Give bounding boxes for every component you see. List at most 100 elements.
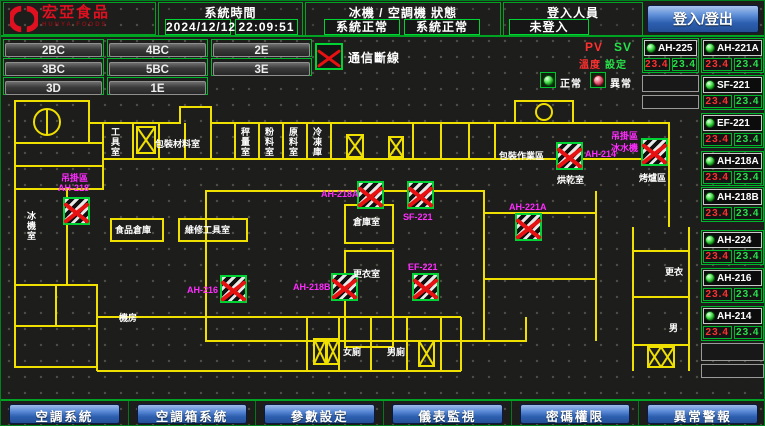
equipment-cell: AH-221A 23.4 23.4 <box>701 38 764 73</box>
brand-name: 宏亞食品 <box>42 4 110 21</box>
double-crescent-icon <box>10 5 38 33</box>
plan-label: 倉庫室 <box>353 215 380 228</box>
plan-label: 秤量室 <box>239 127 252 157</box>
chiller-status-value: 系統正常 <box>324 19 400 35</box>
floor-button-cell: 5BC <box>107 58 208 76</box>
equipment-sv-value: 23.4 <box>734 171 763 184</box>
hmi-screen: 宏亞食品 HUNYA FOODS 系統時間 2024/12/12 22:09:5… <box>0 0 765 426</box>
normal-legend-label: 正常 <box>560 75 582 90</box>
empty-slot <box>642 75 699 92</box>
plan-label: 機房 <box>119 311 137 324</box>
sv-legend-label: SV <box>614 40 632 54</box>
equipment-cell: AH-218A 23.4 23.4 <box>701 151 764 186</box>
equipment-name: AH-225 <box>658 43 692 54</box>
equipment-name-row[interactable]: AH-216 <box>703 270 762 286</box>
plan-label: 食品倉庫 <box>115 223 151 236</box>
comm-loss-device-marker[interactable] <box>63 197 90 225</box>
equipment-status-lamp-icon <box>705 80 715 90</box>
equipment-name-row[interactable]: EF-221 <box>703 115 762 131</box>
equipment-values-row: 23.4 23.4 <box>703 250 762 263</box>
equipment-name-row[interactable]: SF-221 <box>703 77 762 93</box>
equipment-name-row[interactable]: AH-225 <box>644 40 697 56</box>
plan-label: EF-221 <box>408 262 438 272</box>
floor-button[interactable]: 2BC <box>5 43 102 57</box>
equipment-sv-value: 23.4 <box>734 58 763 71</box>
floor-button[interactable]: 3E <box>213 62 310 76</box>
system-clock-value: 22:09:51 <box>235 19 298 35</box>
equipment-pv-value: 23.4 <box>703 207 732 220</box>
equipment-name-row[interactable]: AH-214 <box>703 308 762 324</box>
system-time-section: 系統時間 2024/12/12 22:09:51 <box>158 2 303 36</box>
equipment-status-lamp-icon <box>646 43 656 53</box>
floor-button-cell: 3E <box>211 58 312 76</box>
plan-label: 粉料室 <box>263 127 276 157</box>
login-section: 登入人員 未登入 <box>503 2 643 36</box>
floor-button-cell: 4BC <box>107 39 208 57</box>
equipment-pv-value: 23.4 <box>644 58 670 71</box>
plan-label: 烘乾室 <box>557 173 584 186</box>
equipment-status-lamp-icon <box>705 192 715 202</box>
comm-loss-x-icon <box>315 43 343 70</box>
footer-menu-button[interactable]: 空調系統 <box>9 404 120 424</box>
brand-logo: 宏亞食品 HUNYA FOODS <box>3 2 156 35</box>
plan-label: 男廁 <box>387 345 405 358</box>
comm-loss-device-marker[interactable] <box>556 142 583 170</box>
plan-label: 原料室 <box>287 127 300 157</box>
floor-button[interactable]: 4BC <box>109 43 206 57</box>
equipment-name-row[interactable]: AH-218A <box>703 153 762 169</box>
login-logout-button[interactable]: 登入/登出 <box>647 5 759 33</box>
footer-menu-button[interactable]: 異常警報 <box>647 404 758 424</box>
system-date-value: 2024/12/12 <box>165 19 231 35</box>
empty-slot <box>701 343 764 361</box>
sv-caption-label: 設定 <box>605 56 627 71</box>
floor-button[interactable]: 3BC <box>5 62 102 76</box>
floor-button-cell: 2BC <box>3 39 104 57</box>
equipment-pv-value: 23.4 <box>703 171 732 184</box>
equipment-panel: AH-225 23.4 23.4 AH-221A 23.4 23.4 <box>641 37 765 397</box>
equipment-name: AH-216 <box>717 273 751 284</box>
equipment-sv-value: 23.4 <box>734 326 763 339</box>
equipment-pv-value: 23.4 <box>703 95 732 108</box>
plan-label: AH-221A <box>509 202 547 212</box>
footer-menu-button[interactable]: 參數設定 <box>264 404 375 424</box>
footer-menu-button[interactable]: 儀表監視 <box>392 404 503 424</box>
equipment-status-lamp-icon <box>705 118 715 128</box>
equipment-status-lamp-icon <box>705 235 715 245</box>
login-user-value: 未登入 <box>509 19 589 35</box>
comm-loss-device-marker[interactable] <box>220 275 247 303</box>
footer-menu-button[interactable]: 空調箱系統 <box>137 404 248 424</box>
comm-loss-device-marker[interactable] <box>515 213 542 241</box>
equipment-pv-value: 23.4 <box>703 58 732 71</box>
equipment-sv-value: 23.4 <box>672 58 698 71</box>
equipment-sv-value: 23.4 <box>734 133 763 146</box>
equipment-sv-value: 23.4 <box>734 250 763 263</box>
plan-label: 工具室 <box>109 127 122 157</box>
plan-label: 包裝作業區 <box>499 149 544 162</box>
plan-label: AH-218 <box>58 183 89 193</box>
equipment-values-row: 23.4 23.4 <box>703 207 762 220</box>
equipment-cell: AH-224 23.4 23.4 <box>701 230 764 265</box>
floor-button-grid: 2BC 4BC 2E 3BC 5BC 3E 3D 1E <box>3 39 313 95</box>
equipment-values-row: 23.4 23.4 <box>703 133 762 146</box>
footer-menu-button[interactable]: 密碼權限 <box>520 404 631 424</box>
plan-label: SF-221 <box>403 212 433 222</box>
floor-button[interactable]: 5BC <box>109 62 206 76</box>
equipment-name-row[interactable]: AH-221A <box>703 40 762 56</box>
comm-loss-device-marker[interactable] <box>357 181 384 209</box>
equipment-name: SF-221 <box>717 80 750 91</box>
equipment-values-row: 23.4 23.4 <box>644 58 697 71</box>
equipment-cell: AH-214 23.4 23.4 <box>701 306 764 341</box>
pv-caption-label: 溫度 <box>579 56 601 71</box>
equipment-name-row[interactable]: AH-224 <box>703 232 762 248</box>
comm-loss-device-marker[interactable] <box>412 273 439 301</box>
equipment-pv-value: 23.4 <box>703 250 732 263</box>
plan-label: AH-218A <box>321 189 359 199</box>
header-bar: 宏亞食品 HUNYA FOODS 系統時間 2024/12/12 22:09:5… <box>1 1 765 37</box>
equipment-cell: AH-216 23.4 23.4 <box>701 268 764 303</box>
comm-loss-device-marker[interactable] <box>407 181 434 209</box>
floor-plan: 吊掛區AH-218AH-216AH-218BAH-218ASF-221EF-22… <box>1 93 693 399</box>
floor-button-cell: 2E <box>211 39 312 57</box>
floor-button[interactable]: 2E <box>213 43 310 57</box>
equipment-name-row[interactable]: AH-218B <box>703 189 762 205</box>
empty-slot <box>701 364 764 378</box>
